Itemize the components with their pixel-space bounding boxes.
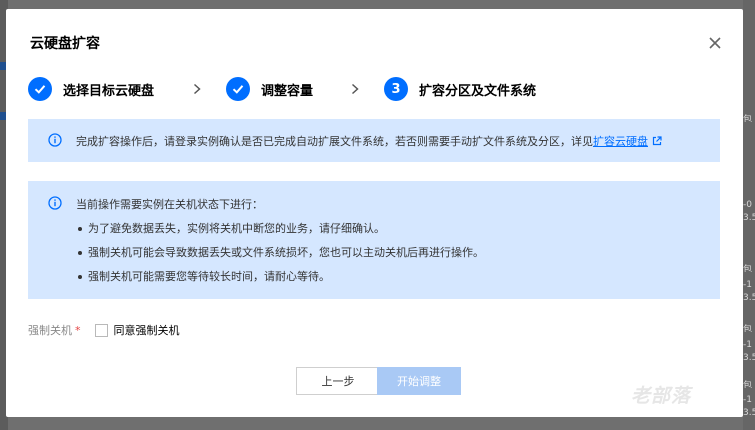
field-label: 强制关机: [28, 324, 72, 337]
background-fragment: 3.5: [743, 213, 755, 223]
external-link-icon[interactable]: [652, 136, 662, 146]
notice-filesystem: 完成扩容操作后，请登录实例确认是否已完成自动扩展文件系统，若否则需要手动扩文件系…: [28, 119, 720, 162]
info-icon: [48, 133, 62, 147]
info-icon: [48, 196, 62, 210]
chevron-right-icon: [351, 83, 359, 95]
step-adjust-capacity: 调整容量: [226, 76, 313, 102]
force-shutdown-checkbox[interactable]: [94, 323, 108, 337]
background-fragment: 3.5: [743, 353, 755, 363]
start-adjust-button[interactable]: 开始调整: [377, 367, 461, 395]
step-done-circle: [226, 77, 250, 101]
step-number: 3: [384, 77, 408, 101]
background-fragment: 包: [743, 115, 753, 122]
check-icon: [34, 85, 46, 94]
notice-text: 完成扩容操作后，请登录实例确认是否已完成自动扩展文件系统，若否则需要手动扩文件系…: [76, 133, 662, 149]
notice-heading: 当前操作需要实例在关机状态下进行：: [76, 198, 263, 211]
check-icon: [232, 85, 244, 94]
list-item: 强制关机可能会导致数据丢失或文件系统损坏，您也可以主动关机后再进行操作。: [76, 245, 484, 269]
step-expand-partition: 3 扩容分区及文件系统: [384, 76, 536, 102]
watermark: 老部落: [631, 385, 692, 407]
checkbox-label[interactable]: 同意强制关机: [114, 322, 180, 338]
background-fragment: 3.5: [743, 293, 755, 303]
force-shutdown-field: 强制关机 * 同意强制关机: [28, 322, 180, 338]
step-label: 选择目标云硬盘: [63, 83, 155, 99]
notice-body: 完成扩容操作后，请登录实例确认是否已完成自动扩展文件系统，若否则需要手动扩文件系…: [76, 135, 593, 148]
dialog-title: 云硬盘扩容: [30, 36, 100, 52]
background-fragment: 3.5: [743, 408, 755, 418]
background-fragment: -1: [743, 395, 752, 405]
background-fragment: 包: [743, 325, 753, 332]
background-fragment: -1: [743, 280, 752, 290]
step-label: 扩容分区及文件系统: [419, 83, 537, 99]
expand-disk-doc-link[interactable]: 扩容云硬盘: [593, 135, 648, 148]
step-select-disk: 选择目标云硬盘: [28, 76, 154, 102]
background-fragment: 包: [743, 381, 753, 388]
chevron-right-icon: [193, 83, 201, 95]
background-fragment: -1: [743, 340, 752, 350]
close-icon[interactable]: [707, 35, 723, 51]
prev-step-button[interactable]: 上一步: [296, 367, 380, 395]
step-done-circle: [28, 77, 52, 101]
notice-list: 为了避免数据丢失，实例将关机中断您的业务，请仔细确认。 强制关机可能会导致数据丢…: [76, 221, 484, 293]
background-fragment: -0: [743, 200, 752, 210]
notice-shutdown: 当前操作需要实例在关机状态下进行： 为了避免数据丢失，实例将关机中断您的业务，请…: [28, 181, 720, 299]
expand-disk-dialog: 云硬盘扩容 选择目标云硬盘 调整容量 3 扩容分区及文件系统 完成扩容操作后，请…: [6, 9, 743, 417]
step-label: 调整容量: [261, 83, 314, 99]
list-item: 强制关机可能需要您等待较长时间，请耐心等待。: [76, 269, 484, 293]
background-page-right: 包 -0 3.5 包 -1 3.5 包 -1 3.5 包 -1 3.5: [743, 0, 755, 430]
required-mark: *: [75, 323, 81, 337]
background-fragment: 包: [743, 265, 753, 272]
list-item: 为了避免数据丢失，实例将关机中断您的业务，请仔细确认。: [76, 221, 484, 245]
